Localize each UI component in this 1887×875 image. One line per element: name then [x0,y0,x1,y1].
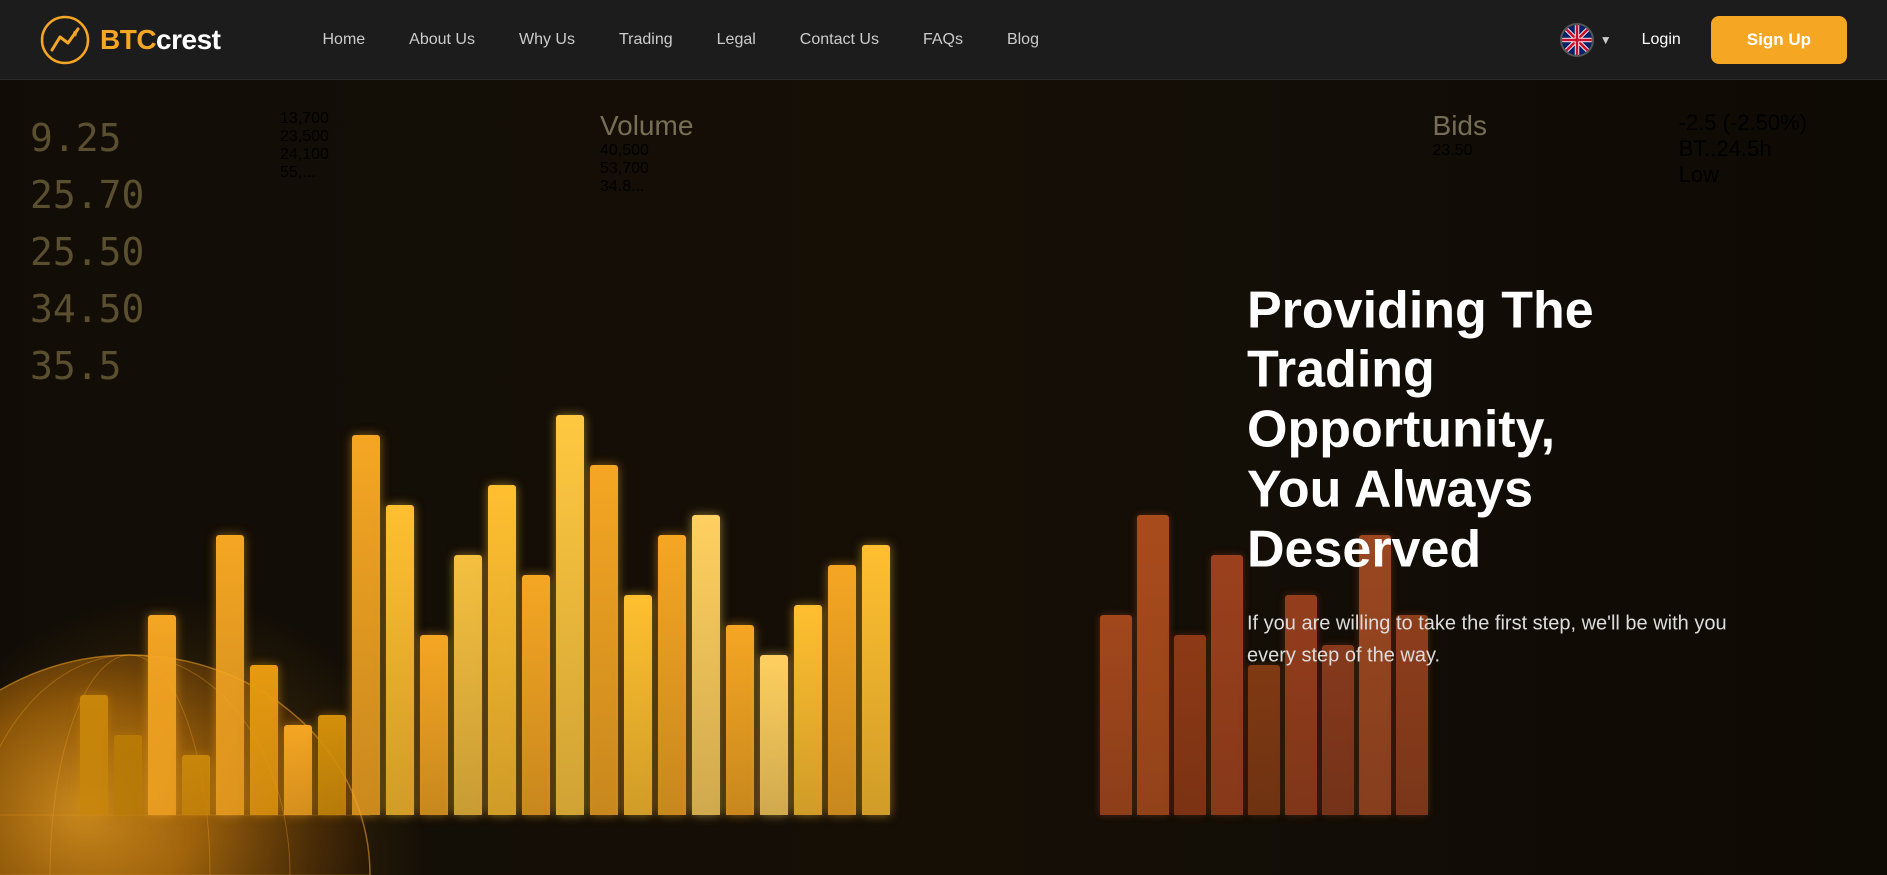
flag-icon [1560,23,1594,57]
chart-bar [862,545,890,815]
chart-bar-right [1211,555,1243,815]
bg-numbers-col2: 13,700 23,500 24,100 55,... [280,110,329,182]
chart-bar [182,755,210,815]
chart-bar [658,535,686,815]
chart-bar [454,555,482,815]
nav-trading[interactable]: Trading [597,0,695,80]
hero-content: Providing The Trading Opportunity, You A… [1247,281,1767,672]
chart-bar [114,735,142,815]
chart-bars [0,135,1287,815]
hero-title: Providing The Trading Opportunity, You A… [1247,281,1767,580]
chart-bar [148,615,176,815]
signup-button[interactable]: Sign Up [1711,16,1847,64]
nav-links: Home About Us Why Us Trading Legal Conta… [300,0,1559,80]
chart-bar [250,665,278,815]
login-button[interactable]: Login [1632,31,1691,49]
bg-numbers-col5: -2.5 (-2.50%) BT..24.5h Low [1679,110,1807,188]
nav-legal[interactable]: Legal [695,0,778,80]
bg-numbers-col1: 9.25 25.70 25.50 34.50 35.5 [30,110,144,395]
chart-bar [828,565,856,815]
language-chevron: ▼ [1600,33,1612,47]
nav-blog[interactable]: Blog [985,0,1061,80]
nav-home[interactable]: Home [300,0,387,80]
chart-bar [556,415,584,815]
chart-bar [726,625,754,815]
chart-bar [522,575,550,815]
nav-faqs[interactable]: FAQs [901,0,985,80]
chart-bar [420,635,448,815]
hero-section: 9.25 25.70 25.50 34.50 35.5 13,700 23,50… [0,0,1887,875]
logo-icon [40,15,90,65]
nav-right: ▼ Login Sign Up [1560,16,1847,64]
chart-bar-right [1137,515,1169,815]
chart-bar [760,655,788,815]
bg-numbers-col4: Bids 23.50 [1433,110,1487,160]
chart-bar-right [1248,665,1280,815]
chart-bar [624,595,652,815]
chart-bar [352,435,380,815]
bg-numbers-col3: Volume 40,500 53,700 34.8... [600,110,693,196]
logo[interactable]: BTCcrest [40,15,220,65]
nav-about[interactable]: About Us [387,0,497,80]
chart-bar [590,465,618,815]
chart-bar-right [1100,615,1132,815]
nav-why[interactable]: Why Us [497,0,597,80]
chart-bar [488,485,516,815]
hero-subtitle: If you are willing to take the first ste… [1247,608,1767,672]
chart-bar [692,515,720,815]
chart-bar [386,505,414,815]
chart-bar [318,715,346,815]
chart-bar [284,725,312,815]
language-selector[interactable]: ▼ [1560,23,1612,57]
chart-bar-right [1174,635,1206,815]
chart-bar [216,535,244,815]
navbar: BTCcrest Home About Us Why Us Trading Le… [0,0,1887,80]
nav-contact[interactable]: Contact Us [778,0,901,80]
chart-bar [794,605,822,815]
logo-text: BTCcrest [100,24,220,56]
chart-bar [80,695,108,815]
